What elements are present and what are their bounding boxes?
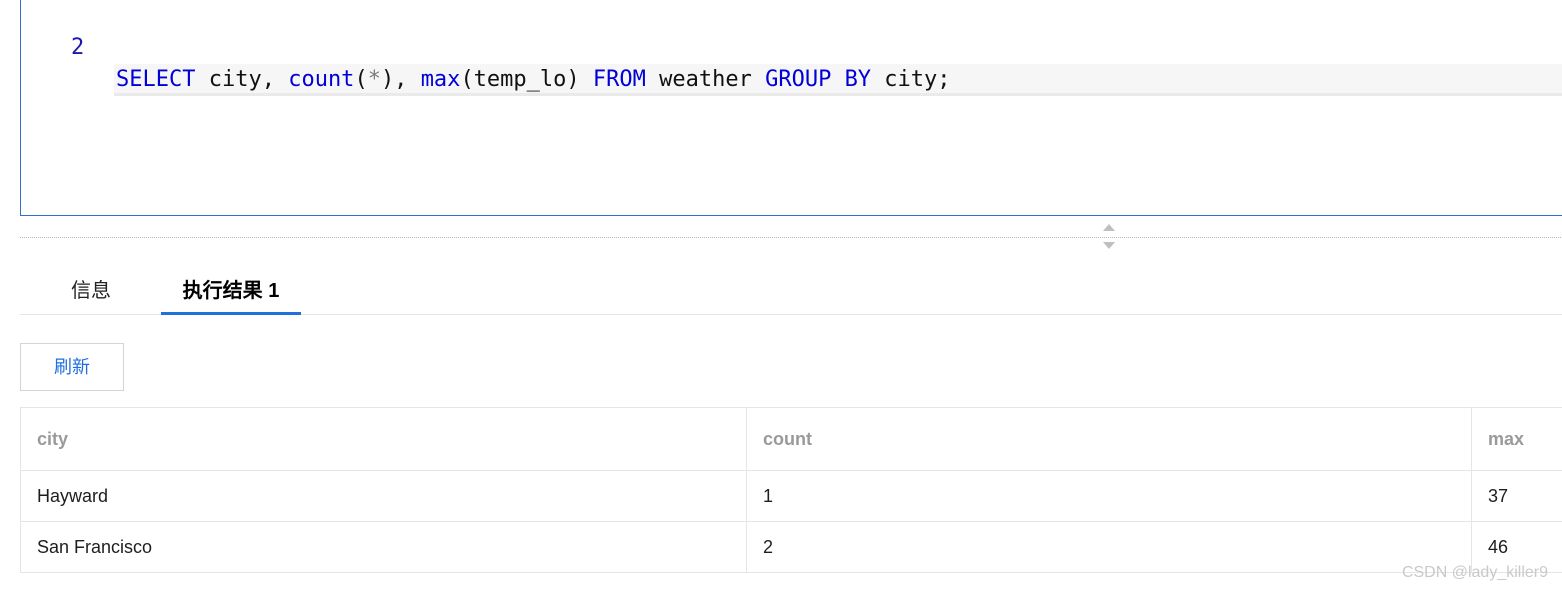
column-header-count[interactable]: count: [746, 407, 1472, 471]
arrow-up-icon: [1103, 224, 1115, 231]
column-header-city[interactable]: city: [20, 407, 747, 471]
cell-max[interactable]: 37: [1471, 470, 1562, 522]
pane-splitter[interactable]: [20, 237, 1562, 238]
code-line[interactable]: 2 SELECT city, count(*), max(temp_lo) FR…: [21, 0, 1562, 96]
identifier-weather: weather: [645, 67, 766, 92]
function-count: count: [288, 67, 355, 92]
identifier-city-end: city;: [871, 67, 951, 92]
cell-city[interactable]: San Francisco: [20, 521, 747, 573]
resize-handle[interactable]: [1102, 224, 1116, 250]
cell-count[interactable]: 2: [746, 521, 1472, 573]
function-max: max: [420, 67, 461, 92]
paren-close: ),: [380, 67, 421, 92]
page: 2 SELECT city, count(*), max(temp_lo) FR…: [0, 0, 1562, 594]
keyword-group-by: GROUP BY: [765, 67, 872, 92]
tab-info[interactable]: 信息: [66, 270, 116, 315]
tab-execution-result-1[interactable]: 执行结果 1: [161, 270, 301, 315]
table-row[interactable]: Hayward 1 37: [20, 470, 1562, 522]
function-max-arg: (temp_lo): [460, 67, 593, 92]
cell-city[interactable]: Hayward: [20, 470, 747, 522]
cell-count[interactable]: 1: [746, 470, 1472, 522]
watermark: CSDN @lady_killer9: [1401, 564, 1548, 581]
keyword-select: SELECT: [116, 67, 196, 92]
operator-star: *: [367, 67, 381, 92]
arrow-down-icon: [1103, 242, 1115, 249]
table-row[interactable]: San Francisco 2 46: [20, 521, 1562, 573]
column-header-max[interactable]: max: [1471, 407, 1562, 471]
table-header-row: city count max: [20, 407, 1562, 471]
code-line-content[interactable]: SELECT city, count(*), max(temp_lo) FROM…: [114, 64, 1562, 96]
refresh-button[interactable]: 刷新: [20, 343, 124, 391]
keyword-from: FROM: [592, 67, 646, 92]
identifier-city: city,: [195, 67, 289, 92]
result-table: city count max Hayward 1 37 San Francisc…: [20, 407, 1562, 573]
line-number: 2: [71, 35, 85, 60]
result-tabs: 信息 执行结果 1: [20, 270, 1562, 315]
sql-editor[interactable]: 2 SELECT city, count(*), max(temp_lo) FR…: [20, 0, 1562, 216]
paren-open: (: [354, 67, 368, 92]
